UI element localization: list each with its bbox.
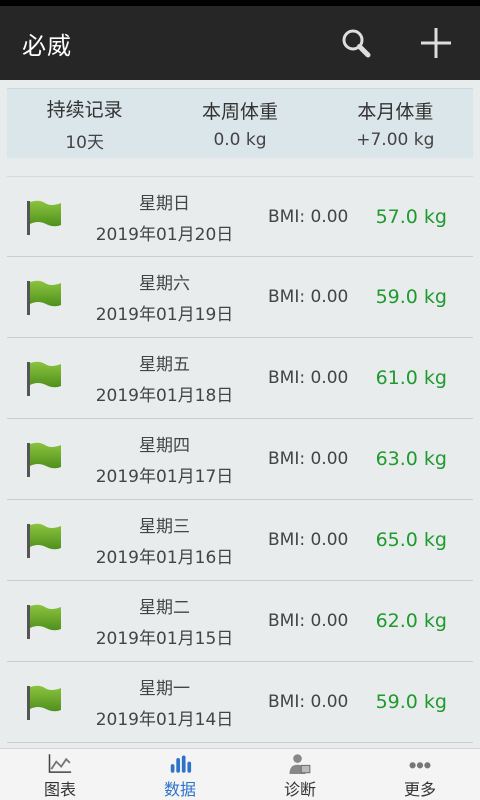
record-date-block: 星期五 2019年01月18日 — [67, 350, 262, 406]
record-weekday: 星期三 — [139, 517, 190, 537]
bottom-navigation: 图表 数据 诊断 更多 — [0, 748, 480, 800]
record-bmi: BMI: 0.00 — [268, 692, 349, 712]
record-row[interactable]: 星期四 2019年01月17日 BMI: 0.00 63.0 kg — [7, 419, 473, 500]
record-bmi: BMI: 0.00 — [268, 206, 349, 227]
plus-icon — [421, 28, 451, 58]
summary-week-weight: 本周体重 0.0 kg — [162, 97, 317, 150]
record-date: 2019年01月16日 — [95, 548, 234, 568]
record-date: 2019年01月17日 — [95, 467, 234, 487]
record-weight: 57.0 kg — [375, 205, 447, 228]
nav-tab-more[interactable]: 更多 — [360, 749, 480, 800]
bar-chart-icon — [170, 755, 192, 773]
flag-icon — [7, 359, 67, 397]
app-title: 必威 — [22, 31, 72, 60]
record-weekday: 星期一 — [139, 679, 190, 699]
record-weekday: 星期四 — [139, 436, 190, 456]
record-date-block: 星期四 2019年01月17日 — [67, 431, 262, 487]
record-weight: 59.0 kg — [375, 691, 447, 713]
flag-icon — [7, 198, 67, 236]
record-bmi: BMI: 0.00 — [268, 368, 349, 388]
app-bar: 必威 — [0, 6, 480, 80]
record-date: 2019年01月20日 — [95, 224, 234, 245]
weight-record-list: 星期日 2019年01月20日 BMI: 0.00 57.0 kg 星期六 20… — [7, 176, 473, 743]
nav-tab-chart[interactable]: 图表 — [0, 749, 120, 800]
record-row[interactable]: 星期日 2019年01月20日 BMI: 0.00 57.0 kg — [7, 176, 473, 257]
summary-label: 持续记录 — [46, 98, 123, 121]
record-date-block: 星期三 2019年01月16日 — [67, 512, 262, 568]
record-weekday: 星期六 — [139, 274, 190, 294]
record-date-block: 星期一 2019年01月14日 — [67, 674, 262, 730]
summary-label: 本月体重 — [357, 101, 434, 123]
summary-value: +7.00 kg — [356, 130, 435, 150]
appbar-actions — [336, 23, 456, 63]
nav-tab-diagnosis[interactable]: 诊断 — [240, 749, 360, 800]
record-bmi: BMI: 0.00 — [268, 611, 349, 631]
record-date-block: 星期六 2019年01月19日 — [67, 269, 262, 325]
flag-icon — [7, 521, 67, 559]
record-date: 2019年01月18日 — [95, 386, 234, 406]
more-dots-icon — [409, 762, 431, 769]
summary-value: 0.0 kg — [213, 130, 267, 150]
doctor-icon — [289, 754, 311, 774]
record-bmi: BMI: 0.00 — [268, 449, 349, 469]
record-bmi: BMI: 0.00 — [268, 287, 349, 307]
nav-label: 诊断 — [283, 780, 316, 799]
record-weight: 63.0 kg — [375, 448, 447, 470]
summary-month-weight: 本月体重 +7.00 kg — [318, 97, 473, 150]
nav-label: 更多 — [403, 780, 436, 799]
record-weight: 65.0 kg — [375, 529, 447, 551]
record-date: 2019年01月14日 — [95, 710, 234, 730]
record-row[interactable]: 星期二 2019年01月15日 BMI: 0.00 62.0 kg — [7, 581, 473, 662]
search-button[interactable] — [336, 23, 376, 63]
record-weight: 59.0 kg — [375, 286, 447, 308]
nav-label: 图表 — [43, 780, 76, 799]
record-date: 2019年01月19日 — [95, 305, 234, 325]
record-date-block: 星期二 2019年01月15日 — [67, 593, 262, 649]
line-chart-icon — [48, 754, 72, 773]
flag-icon — [7, 602, 67, 640]
record-bmi: BMI: 0.00 — [268, 530, 349, 550]
record-row[interactable]: 星期三 2019年01月16日 BMI: 0.00 65.0 kg — [7, 500, 473, 581]
flag-icon — [7, 278, 67, 316]
summary-panel: 持续记录 10天 本周体重 0.0 kg 本月体重 +7.00 kg — [7, 88, 473, 158]
record-weight: 62.0 kg — [375, 610, 447, 632]
record-weight: 61.0 kg — [375, 367, 447, 389]
record-weekday: 星期二 — [139, 598, 190, 618]
add-record-button[interactable] — [416, 23, 456, 63]
record-row[interactable]: 星期五 2019年01月18日 BMI: 0.00 61.0 kg — [7, 338, 473, 419]
record-row[interactable]: 星期一 2019年01月14日 BMI: 0.00 59.0 kg — [7, 662, 473, 743]
record-weekday: 星期五 — [139, 355, 190, 375]
record-date-block: 星期日 2019年01月20日 — [67, 189, 262, 245]
summary-label: 本周体重 — [201, 101, 278, 123]
summary-streak: 持续记录 10天 — [7, 95, 162, 153]
flag-icon — [7, 440, 67, 478]
summary-value: 10天 — [65, 132, 104, 153]
record-weekday: 星期日 — [139, 193, 190, 214]
search-icon — [342, 29, 371, 58]
nav-label: 数据 — [163, 780, 196, 799]
record-row[interactable]: 星期六 2019年01月19日 BMI: 0.00 59.0 kg — [7, 257, 473, 338]
record-date: 2019年01月15日 — [95, 629, 234, 649]
nav-tab-data[interactable]: 数据 — [120, 749, 240, 800]
flag-icon — [7, 683, 67, 721]
